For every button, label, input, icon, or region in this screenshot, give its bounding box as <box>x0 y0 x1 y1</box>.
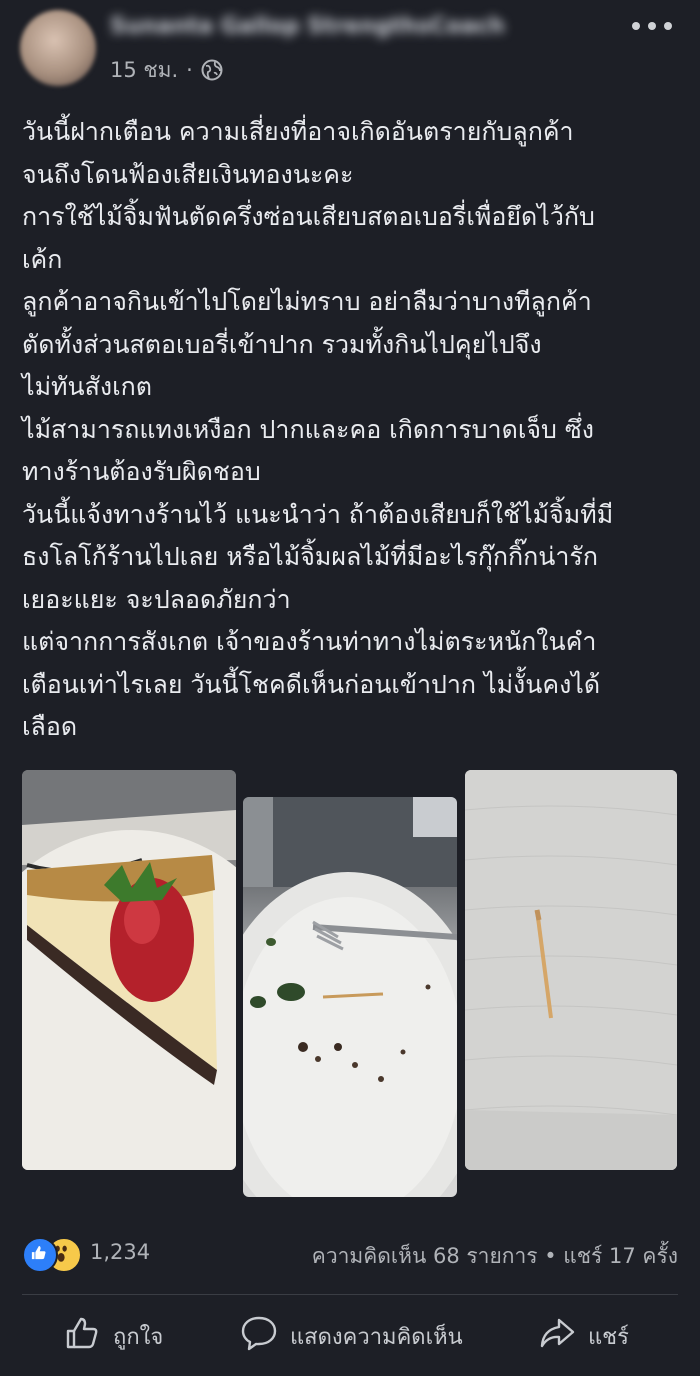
comment-label: แสดงความคิดเห็น <box>290 1324 463 1350</box>
post-line: ไม้สามารถแทงเหงือก ปากและคอ เกิดการบาดเจ… <box>22 414 594 444</box>
comment-button[interactable]: แสดงความคิดเห็น <box>240 1314 463 1358</box>
post-line: ลูกค้าอาจกินเข้าไปโดยไม่ทราบ อย่าลืมว่าบ… <box>22 287 592 316</box>
post-line: เค้ก <box>22 244 63 274</box>
avatar[interactable] <box>20 10 96 86</box>
globe-icon <box>201 59 223 81</box>
post-line: ธงโลโก้ร้านไปเลย หรือไม้จิ้มผลไม้ที่มีอะ… <box>22 542 599 571</box>
post-line: ทางร้านต้องรับผิดชอบ <box>22 457 261 486</box>
post-meta: 15 ชม. · <box>110 57 223 83</box>
post-line: การใช้ไม้จิ้มฟันตัดครึ่งซ่อนเสียบสตอเบอร… <box>22 202 595 231</box>
meta-separator: · <box>186 58 193 82</box>
comment-bubble-icon <box>240 1314 278 1358</box>
timestamp[interactable]: 15 ชม. <box>110 54 178 87</box>
post-line: เยอะแยะ จะปลอดภัยกว่า <box>22 584 291 614</box>
comments-shares-stats[interactable]: ความคิดเห็น 68 รายการ • แชร์ 17 ครั้ง <box>312 1240 678 1273</box>
post-line: วันนี้แจ้งทางร้านไว้ แนะนำว่า ถ้าต้องเสี… <box>22 499 614 529</box>
toothpick-napkin-photo[interactable] <box>465 770 677 1170</box>
share-arrow-icon <box>538 1314 576 1358</box>
share-label: แชร์ <box>588 1324 629 1350</box>
reaction-count[interactable]: 1,234 <box>90 1240 150 1264</box>
like-button[interactable]: ถูกใจ <box>63 1314 163 1358</box>
post-line: จนถึงโดนฟ้องเสียเงินทองนะคะ <box>22 159 354 189</box>
more-dots-icon[interactable] <box>632 16 672 36</box>
divider <box>22 1294 678 1295</box>
post-line: เลือด <box>22 712 78 741</box>
action-bar: ถูกใจ แสดงความคิดเห็น แชร์ <box>0 1300 700 1376</box>
post-line: เตือนเท่าไรเลย วันนี้โชคดีเห็นก่อนเข้าปา… <box>22 669 601 699</box>
like-react-icon <box>22 1237 58 1273</box>
post-body: วันนี้ฝากเตือน ความเสี่ยงที่อาจเกิดอันตร… <box>22 111 682 749</box>
share-button[interactable]: แชร์ <box>538 1314 629 1358</box>
cheesecake-photo[interactable] <box>22 770 236 1170</box>
like-label: ถูกใจ <box>113 1324 164 1350</box>
post-line: วันนี้ฝากเตือน ความเสี่ยงที่อาจเกิดอันตร… <box>22 117 574 146</box>
post-line: ไม่ทันสังเกต <box>22 372 153 401</box>
post-line: แต่จากการสังเกต เจ้าของร้านท่าทางไม่ตระห… <box>22 627 597 656</box>
author-name[interactable]: Sunanta Gallop StrengthsCoach <box>110 14 530 42</box>
reaction-icons[interactable] <box>22 1237 82 1273</box>
empty-plate-photo[interactable] <box>243 797 457 1197</box>
post-line: ตัดทั้งส่วนสตอเบอรี่เข้าปาก รวมทั้งกินไป… <box>22 329 542 359</box>
thumbs-up-icon <box>63 1314 101 1358</box>
reactions-bar: 1,234 ความคิดเห็น 68 รายการ • แชร์ 17 คร… <box>22 1237 678 1273</box>
post-header: Sunanta Gallop StrengthsCoach 15 ชม. · <box>0 0 700 95</box>
facebook-post: Sunanta Gallop StrengthsCoach 15 ชม. · ว… <box>0 0 700 1376</box>
